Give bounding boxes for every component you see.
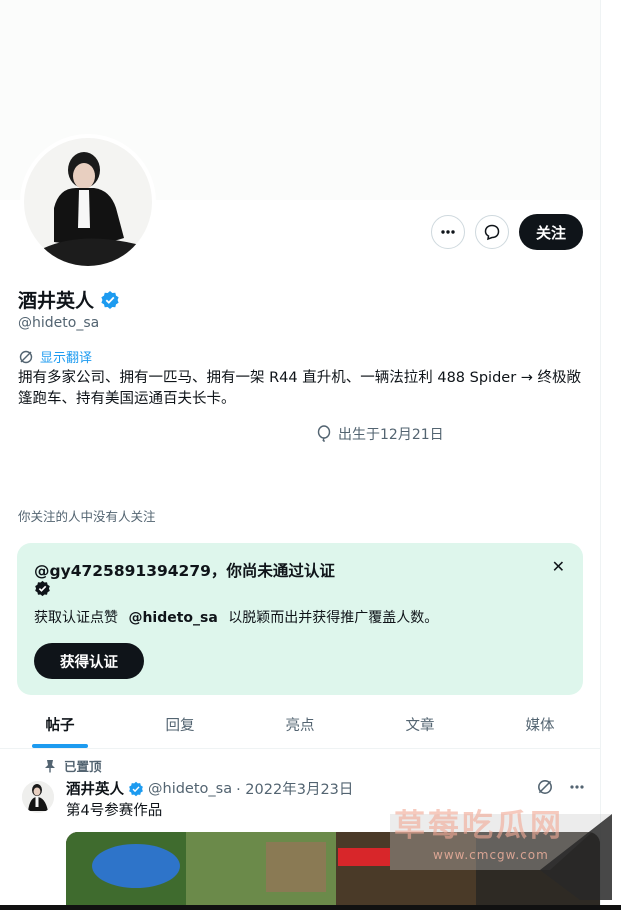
verified-badge-icon[interactable]	[128, 781, 144, 797]
post-author-handle[interactable]: @hideto_sa	[148, 781, 232, 797]
verify-card-description: 获取认证点赞 @hideto_sa 以脱颖而出并获得推广覆盖人数。	[34, 607, 438, 627]
profile-handle: @hideto_sa	[18, 315, 100, 331]
post-date[interactable]: · 2022年3月23日	[236, 778, 353, 799]
balloon-icon	[317, 425, 331, 442]
pinned-label: 已置顶	[64, 759, 102, 774]
profile-column: 关注 酒井英人 @hideto_sa 显示翻译 拥有多家公司、拥有一匹马、拥有一…	[0, 0, 601, 910]
profile-bio: 拥有多家公司、拥有一匹马、拥有一架 R44 直升机、一辆法拉利 488 Spid…	[18, 370, 582, 407]
translate-icon	[19, 350, 33, 363]
post-author-name[interactable]: 酒井英人	[66, 778, 124, 799]
tab-highlights[interactable]: 亮点	[240, 700, 360, 748]
verify-card-title: @gy4725891394279，你尚未通过认证	[34, 562, 335, 580]
tab-media[interactable]: 媒体	[480, 700, 600, 748]
profile-name-row: 酒井英人	[18, 286, 120, 313]
post-text: 第4号参赛作品	[66, 803, 163, 819]
follow-button[interactable]: 关注	[519, 214, 583, 250]
tab-replies[interactable]: 回复	[120, 700, 240, 748]
followers-you-know-text[interactable]: 你关注的人中没有人关注	[18, 506, 156, 525]
post-author-avatar[interactable]	[22, 781, 54, 813]
profile-name: 酒井英人	[18, 290, 95, 312]
message-bubble-icon	[484, 224, 500, 241]
tab-posts[interactable]: 帖子	[0, 700, 120, 748]
birthday-row: 出生于12月21日	[316, 424, 444, 444]
translate-label: 显示翻译	[40, 351, 93, 366]
pin-icon	[45, 759, 55, 772]
post-actions	[536, 778, 586, 796]
message-button[interactable]	[475, 215, 509, 249]
verify-desc-handle: @hideto_sa	[128, 610, 218, 626]
get-verified-button[interactable]: 获得认证	[34, 643, 144, 679]
tab-articles[interactable]: 文章	[360, 700, 480, 748]
verification-prompt-card: @gy4725891394279，你尚未通过认证 ✕ 获取认证点赞 @hidet…	[17, 543, 583, 695]
watermark-url: www.cmcgw.com	[433, 848, 549, 862]
verified-check-icon	[35, 580, 50, 597]
verify-desc-prefix: 获取认证点赞	[34, 610, 118, 626]
profile-avatar[interactable]	[20, 134, 156, 270]
bottom-edge-bar	[0, 905, 621, 910]
show-translation-link[interactable]: 显示翻译	[18, 347, 92, 366]
watermark-text: 草莓吃瓜网	[394, 808, 564, 844]
post-header: 酒井英人 @hideto_sa · 2022年3月23日	[66, 778, 353, 799]
verified-badge-icon[interactable]	[100, 290, 120, 310]
more-dots-icon[interactable]	[568, 778, 586, 796]
profile-tabs: 帖子 回复 亮点 文章 媒体	[0, 700, 600, 749]
pinned-indicator: 已置顶	[44, 756, 102, 775]
more-dots-icon	[441, 230, 455, 234]
translate-icon[interactable]	[536, 778, 554, 796]
close-icon[interactable]: ✕	[552, 557, 565, 576]
verify-desc-suffix: 以脱颖而出并获得推广覆盖人数。	[228, 610, 439, 626]
more-options-button[interactable]	[431, 215, 465, 249]
birthday-text: 出生于12月21日	[338, 427, 444, 443]
